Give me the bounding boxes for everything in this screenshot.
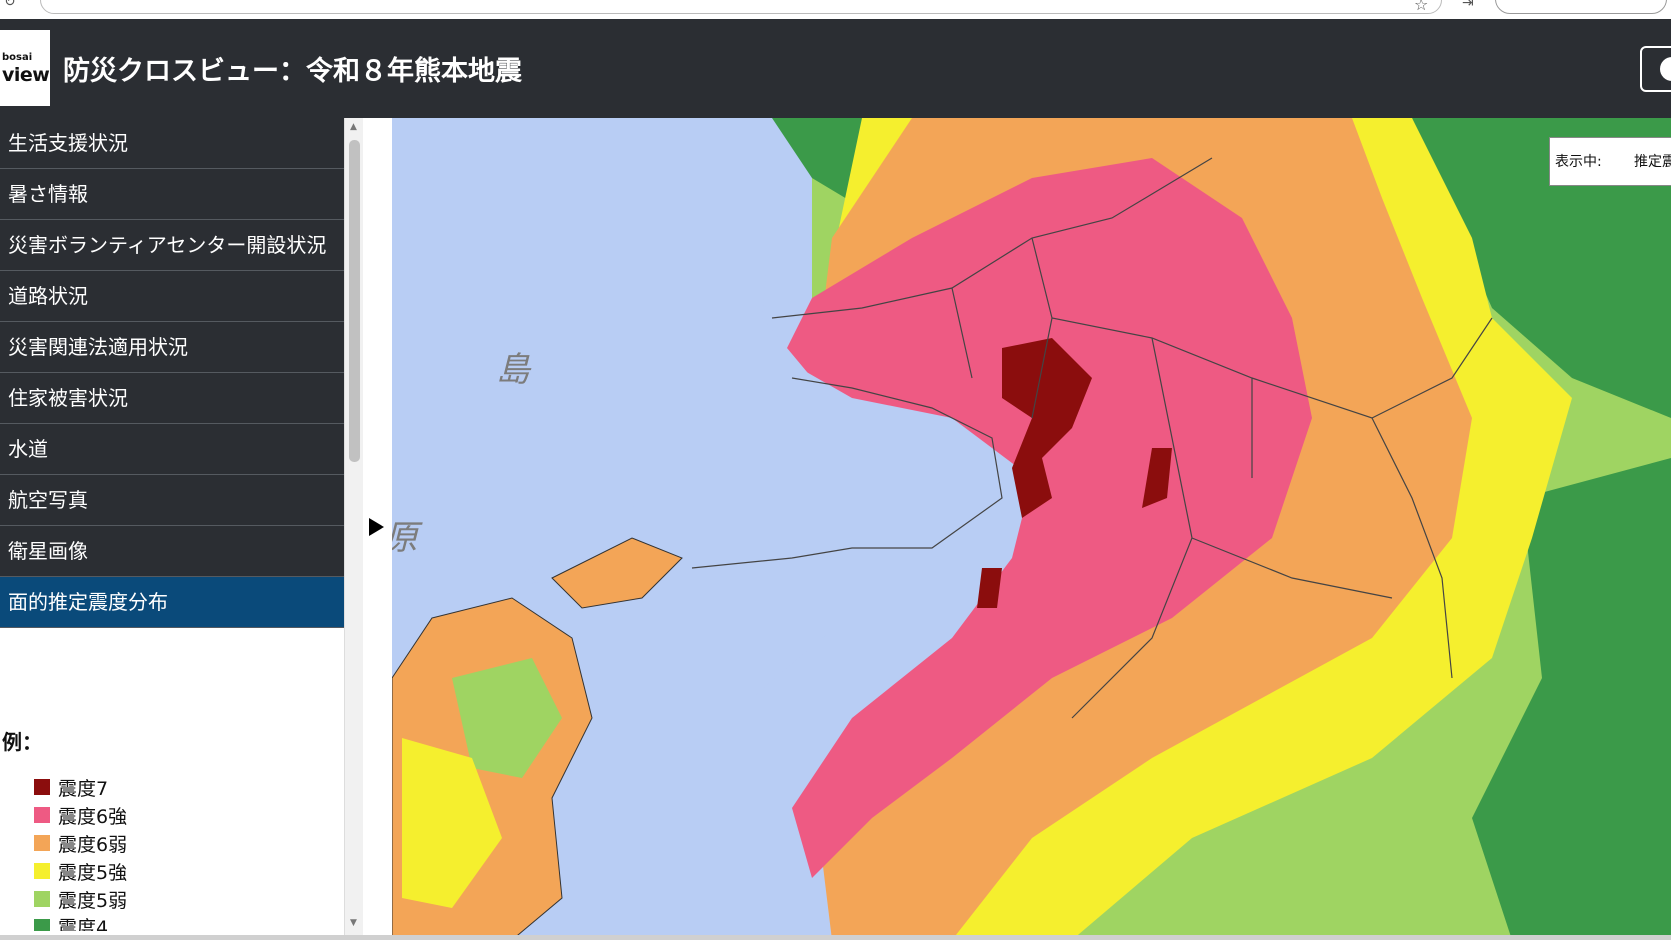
scroll-up-icon[interactable]: ▲ — [350, 122, 357, 132]
user-icon — [1660, 57, 1671, 81]
legend-label: 震度7 — [58, 777, 109, 800]
address-bar[interactable] — [40, 0, 1442, 14]
legend-item: 震度6弱 — [34, 829, 127, 857]
expand-arrow-icon[interactable] — [369, 518, 384, 536]
scrollbar-thumb[interactable] — [349, 140, 360, 462]
sidebar-item-water[interactable]: 水道 — [0, 424, 344, 475]
sidebar-item-life-support[interactable]: 生活支援状況 — [0, 118, 344, 169]
refresh-icon[interactable]: ↻ — [4, 0, 16, 10]
legend-label: 震度6弱 — [58, 833, 128, 856]
extensions-icon[interactable]: ⇥ — [1462, 0, 1474, 11]
legend-item: 震度5強 — [34, 857, 127, 885]
page-title: 防災クロスビュー：令和８年熊本地震 — [63, 56, 522, 87]
bookmark-star-icon[interactable]: ☆ — [1414, 0, 1428, 14]
layer-menu: 生活支援状況 暑さ情報 災害ボランティアセンター開設状況 道路状況 災害関連法適… — [0, 118, 344, 628]
scroll-down-icon[interactable]: ▼ — [350, 918, 357, 928]
profile-pill[interactable] — [1495, 0, 1667, 14]
legend-title: 例： — [2, 730, 42, 754]
legend-swatch — [34, 807, 50, 823]
legend-swatch — [34, 835, 50, 851]
legend-label: 震度6強 — [58, 805, 128, 828]
sidebar-item-house-damage[interactable]: 住家被害状況 — [0, 373, 344, 424]
sidebar-item-disaster-law[interactable]: 災害関連法適用状況 — [0, 322, 344, 373]
status-value: 推定震 — [1634, 154, 1671, 170]
horizontal-scrollbar[interactable] — [0, 935, 1671, 940]
sidebar: 生活支援状況 暑さ情報 災害ボランティアセンター開設状況 道路状況 災害関連法適… — [0, 118, 344, 940]
legend-label: 震度4 — [58, 917, 109, 931]
header-menu-button[interactable] — [1640, 46, 1671, 92]
logo-bottom-text: view — [2, 64, 50, 86]
logo-top-text: bosai — [2, 52, 33, 63]
sidebar-item-seismic-intensity[interactable]: 面的推定震度分布 — [0, 577, 344, 628]
legend-label: 震度5弱 — [58, 889, 128, 912]
sidebar-item-satellite-image[interactable]: 衛星画像 — [0, 526, 344, 577]
legend-swatch — [34, 779, 50, 795]
display-status-box: 表示中: 推定震 — [1549, 137, 1671, 186]
intensity-map-graphic — [392, 118, 1671, 940]
legend-swatch — [34, 891, 50, 907]
map-label-shima: 島 — [496, 350, 530, 390]
sidebar-item-aerial-photo[interactable]: 航空写真 — [0, 475, 344, 526]
legend-item: 震度4 — [34, 913, 127, 931]
sidebar-scrollbar[interactable]: ▲ ▼ — [344, 118, 364, 940]
bosai-view-logo[interactable]: bosai view — [0, 30, 50, 106]
sidebar-toggle[interactable] — [363, 118, 393, 940]
map-view[interactable]: 島 原 — [392, 118, 1671, 940]
legend-item: 震度7 — [34, 773, 127, 801]
app-header: bosai view 防災クロスビュー：令和８年熊本地震 — [0, 19, 1671, 118]
browser-chrome: ↻ ☆ ⇥ — [0, 0, 1671, 20]
map-label-hara: 原 — [392, 510, 418, 559]
legend-item: 震度5弱 — [34, 885, 127, 913]
legend-swatch — [34, 863, 50, 879]
legend-swatch — [34, 919, 50, 931]
sidebar-item-heat-info[interactable]: 暑さ情報 — [0, 169, 344, 220]
legend-label: 震度5強 — [58, 861, 128, 884]
sidebar-item-road-status[interactable]: 道路状況 — [0, 271, 344, 322]
sidebar-item-volunteer-center[interactable]: 災害ボランティアセンター開設状況 — [0, 220, 344, 271]
legend-item: 震度6強 — [34, 801, 127, 829]
status-key: 表示中: — [1555, 154, 1602, 170]
intensity-legend: 震度7 震度6強 震度6弱 震度5強 震度5弱 震度4 — [34, 773, 127, 931]
